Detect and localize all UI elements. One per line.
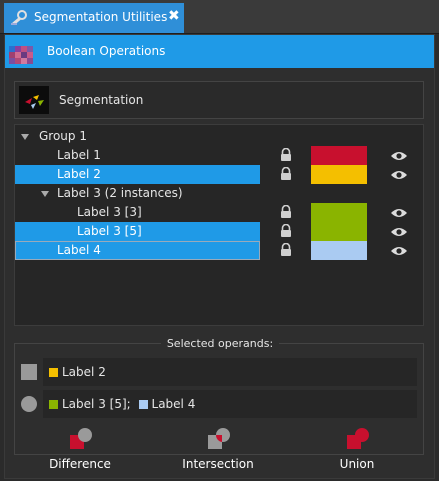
lock-icon[interactable] <box>279 167 293 181</box>
intersection-button[interactable]: Intersection <box>168 427 268 475</box>
lock-icon[interactable] <box>279 148 293 162</box>
operand-label: Label 3 [5]; <box>62 397 131 411</box>
operand-row-second: Label 3 [5]; Label 4 <box>21 390 417 418</box>
union-icon <box>347 428 369 449</box>
title-bar: Segmentation Utilities ✖ <box>0 0 439 34</box>
difference-label: Difference <box>49 457 111 471</box>
tree-row-group-1[interactable]: Group 1 <box>15 127 260 146</box>
color-swatch-label-1[interactable] <box>311 146 367 165</box>
pixel-grid-icon <box>9 46 33 64</box>
boolean-operations-panel: Boolean Operations Segmentation Group 1 … <box>4 34 435 479</box>
difference-icon <box>70 428 92 449</box>
panel-title: Boolean Operations <box>47 44 166 58</box>
eye-icon[interactable] <box>390 226 408 238</box>
operand-label: Label 4 <box>151 397 196 411</box>
operands-legend: Selected operands: <box>160 337 280 350</box>
label-tree: Group 1 Label 1 Label 2 Label 3 (2 insta… <box>14 124 424 326</box>
eye-icon[interactable] <box>390 150 408 162</box>
tree-row-label-3-3[interactable]: Label 3 [3] <box>15 203 260 222</box>
tree-label: Group 1 <box>39 129 87 143</box>
tab-title: Segmentation Utilities <box>34 10 168 24</box>
square-icon <box>21 364 37 380</box>
color-square-icon <box>49 400 58 409</box>
operand-row-first: Label 2 <box>21 358 417 386</box>
tree-label: Label 3 [3] <box>77 205 142 219</box>
operand-label: Label 2 <box>62 365 106 379</box>
tree-row-label-1[interactable]: Label 1 <box>15 146 260 165</box>
color-swatch-label-3[interactable] <box>311 203 367 241</box>
tree-row-label-3-5[interactable]: Label 3 [5] <box>15 222 260 241</box>
eye-icon[interactable] <box>390 169 408 181</box>
difference-button[interactable]: Difference <box>30 427 130 475</box>
lock-icon[interactable] <box>279 205 293 219</box>
lock-icon[interactable] <box>279 224 293 238</box>
eye-icon[interactable] <box>390 245 408 257</box>
circle-icon <box>21 396 37 412</box>
close-icon[interactable]: ✖ <box>168 8 180 24</box>
tree-row-label-2[interactable]: Label 2 <box>15 165 260 184</box>
expand-arrow-icon[interactable] <box>21 134 29 140</box>
expand-arrow-icon[interactable] <box>41 191 49 197</box>
segmentation-selector[interactable]: Segmentation <box>14 81 424 119</box>
panel-header: Boolean Operations <box>5 35 434 68</box>
wrench-icon <box>11 10 27 26</box>
tree-label: Label 4 <box>57 243 101 257</box>
tree-row-label-4[interactable]: Label 4 <box>15 241 260 260</box>
segmentation-label: Segmentation <box>59 93 144 107</box>
union-button[interactable]: Union <box>307 427 407 475</box>
eye-icon[interactable] <box>390 207 408 219</box>
lock-icon[interactable] <box>279 243 293 257</box>
tree-label: Label 1 <box>57 148 101 162</box>
tree-row-label-3-group[interactable]: Label 3 (2 instances) <box>15 184 260 203</box>
intersection-label: Intersection <box>182 457 254 471</box>
operand-field-second[interactable]: Label 3 [5]; Label 4 <box>43 390 417 418</box>
color-square-icon <box>138 400 148 409</box>
operand-field-first[interactable]: Label 2 <box>43 358 417 386</box>
tree-label: Label 3 [5] <box>77 224 142 238</box>
tree-label: Label 2 <box>57 167 101 181</box>
tab-segmentation-utilities[interactable]: Segmentation Utilities ✖ <box>4 3 184 33</box>
union-label: Union <box>339 457 375 471</box>
tree-label: Label 3 (2 instances) <box>57 186 183 200</box>
color-square-icon <box>49 368 58 377</box>
color-swatch-label-4[interactable] <box>311 241 367 260</box>
color-swatch-label-2[interactable] <box>311 165 367 184</box>
intersection-icon <box>208 428 230 449</box>
segmentation-thumbnail <box>19 86 49 114</box>
